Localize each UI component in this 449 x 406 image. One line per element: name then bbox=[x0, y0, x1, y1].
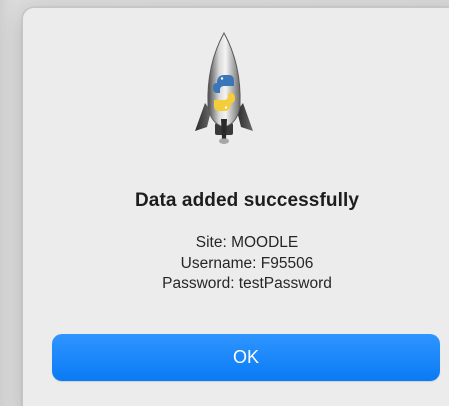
message-line-username: Username: F95506 bbox=[180, 254, 314, 272]
message-line-password: Password: testPassword bbox=[162, 275, 332, 292]
python-launcher-rocket-icon bbox=[195, 31, 253, 144]
message-line-site: Site: MOODLE bbox=[195, 234, 299, 251]
ok-button[interactable]: OK bbox=[52, 334, 440, 381]
dialog-title: Data added successfully bbox=[134, 190, 360, 211]
dialog-message: Site: MOODLE Username: F95506 Password: … bbox=[22, 233, 449, 295]
